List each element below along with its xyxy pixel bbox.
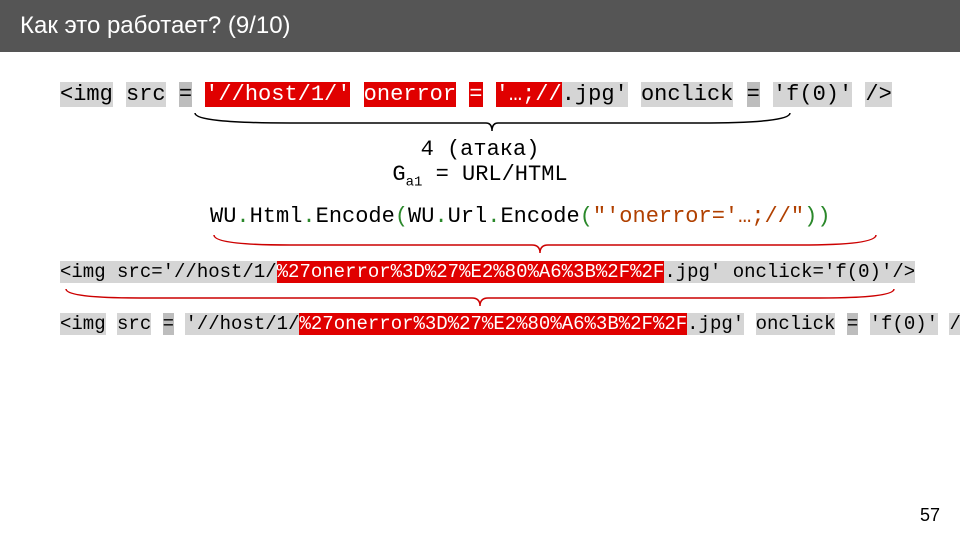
brace-icon [210, 231, 890, 257]
tok-onerror: onerror [364, 82, 456, 107]
code-line-3: <img src='//host/1/%27onerror%3D%27%E2%8… [60, 261, 900, 283]
tok-eq: = [179, 82, 192, 107]
tok-close: /> [865, 82, 891, 107]
tok-eq2: = [469, 82, 482, 107]
brace-icon [60, 109, 900, 135]
page-number: 57 [920, 505, 940, 526]
brace-1 [60, 109, 900, 131]
tok-jpg: .jpg' [562, 82, 628, 107]
tok-onclick: onclick [641, 82, 733, 107]
tok-eq3: = [747, 82, 760, 107]
tok-src: src [126, 82, 166, 107]
code-line-1: <img src = '//host/1/' onerror = '…;//.j… [60, 82, 900, 107]
brace-icon [60, 285, 900, 309]
tok-srcval: '//host/1/' [205, 82, 350, 107]
code-line-4: <img src = '//host/1/%27onerror%3D%27%E2… [60, 313, 900, 335]
slide-title: Как это работает? (9/10) [20, 12, 291, 39]
slide-content: <img src = '//host/1/' onerror = '…;//.j… [0, 52, 960, 335]
brace-3 [60, 285, 900, 307]
tok-img: <img [60, 82, 113, 107]
attack-label: 4 (атака) [60, 137, 900, 162]
slide-header: Как это работает? (9/10) [0, 0, 960, 52]
code-line-2: WU.Html.Encode(WU.Url.Encode("'onerror='… [210, 204, 900, 229]
attack-grammar: Ga1 = URL/HTML [60, 162, 900, 190]
tok-onerrval: '…;// [496, 82, 562, 107]
annotation-attack: 4 (атака) Ga1 = URL/HTML [60, 137, 900, 190]
brace-2 [210, 231, 900, 253]
tok-f0: 'f(0)' [773, 82, 852, 107]
tok-encoded-url: %27onerror%3D%27%E2%80%A6%3B%2F%2F [277, 261, 665, 283]
